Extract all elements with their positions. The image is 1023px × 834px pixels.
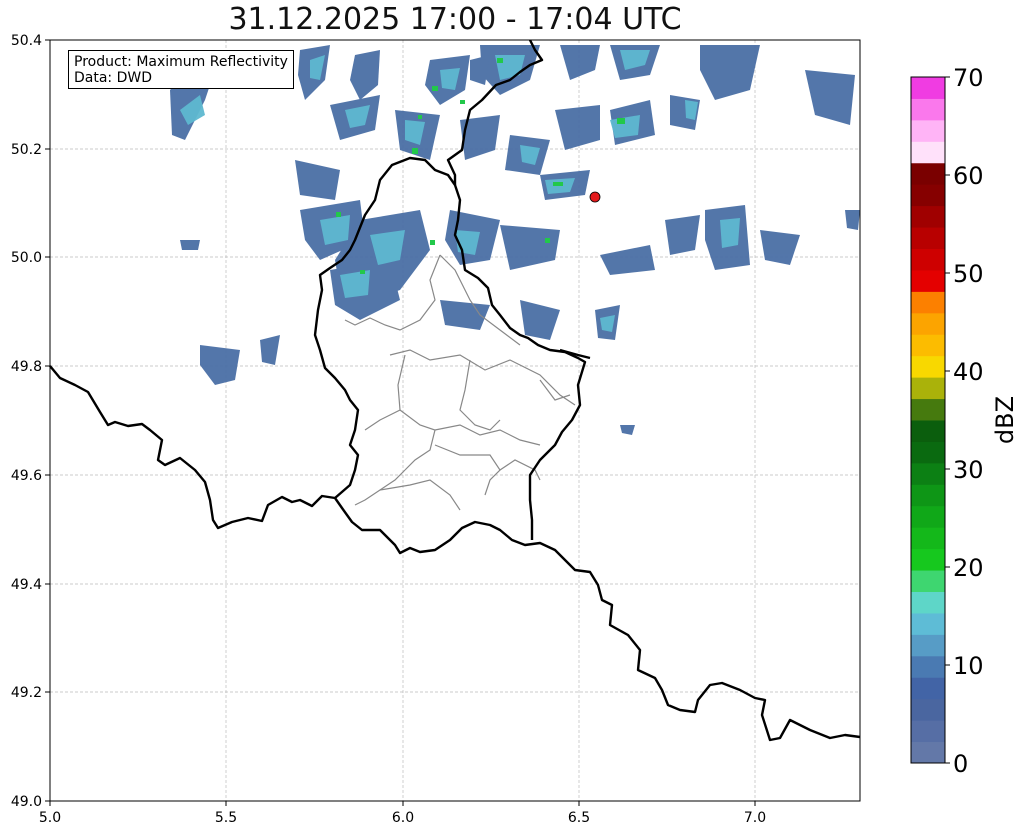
colorbar-swatch bbox=[911, 77, 945, 99]
x-tick-label: 5.5 bbox=[215, 810, 237, 826]
y-tick-label: 49.8 bbox=[11, 359, 42, 375]
colorbar: 0 10 20 30 40 50 60 70 dBZ bbox=[910, 64, 1019, 778]
colorbar-swatch bbox=[911, 248, 945, 271]
colorbar-swatch bbox=[911, 291, 945, 314]
colorbar-swatch bbox=[911, 398, 945, 421]
info-box: Product: Maximum Reflectivity Data: DWD bbox=[68, 50, 294, 89]
colorbar-tick-label: 40 bbox=[953, 358, 984, 386]
colorbar-swatch bbox=[911, 720, 945, 743]
colorbar-tick-label: 10 bbox=[953, 652, 984, 680]
x-tick-label: 6.5 bbox=[568, 810, 590, 826]
location-marker bbox=[589, 191, 601, 203]
colorbar-swatch bbox=[911, 741, 945, 764]
radar-map: 5.0 5.5 6.0 6.5 7.0 49.0 49.2 49.4 49.6 … bbox=[11, 33, 861, 826]
colorbar-swatch bbox=[911, 184, 945, 207]
colorbar-swatch bbox=[911, 698, 945, 721]
x-tick-label: 7.0 bbox=[744, 810, 766, 826]
colorbar-swatch bbox=[911, 548, 945, 571]
x-tick-label: 5.0 bbox=[39, 810, 61, 826]
colorbar-swatch bbox=[911, 98, 945, 121]
colorbar-swatch bbox=[911, 591, 945, 614]
colorbar-swatch bbox=[911, 484, 945, 507]
colorbar-tick-label: 50 bbox=[953, 260, 984, 288]
colorbar-swatch bbox=[911, 377, 945, 400]
source-label: Data: DWD bbox=[74, 70, 152, 86]
colorbar-swatch bbox=[911, 677, 945, 700]
colorbar-swatch bbox=[911, 527, 945, 550]
colorbar-swatch bbox=[911, 227, 945, 249]
colorbar-tick-label: 70 bbox=[953, 64, 984, 92]
y-tick-label: 50.4 bbox=[11, 33, 42, 49]
colorbar-swatch bbox=[911, 612, 945, 635]
y-tick-label: 50.2 bbox=[11, 142, 42, 158]
colorbar-swatch bbox=[911, 141, 945, 164]
colorbar-swatch bbox=[911, 655, 945, 678]
colorbar-tick-label: 60 bbox=[953, 162, 984, 190]
y-tick-label: 49.4 bbox=[11, 577, 42, 593]
colorbar-swatch bbox=[911, 634, 945, 657]
colorbar-swatch bbox=[911, 441, 945, 464]
colorbar-tick-label: 20 bbox=[953, 554, 984, 582]
colorbar-swatch bbox=[911, 355, 945, 378]
colorbar-swatch bbox=[911, 269, 945, 292]
y-tick-label: 49.0 bbox=[11, 794, 42, 810]
colorbar-swatch bbox=[911, 162, 945, 185]
y-tick-label: 49.6 bbox=[11, 468, 42, 484]
y-tick-label: 49.2 bbox=[11, 685, 42, 701]
map-title: 31.12.2025 17:00 - 17:04 UTC bbox=[228, 2, 682, 37]
x-tick-label: 6.0 bbox=[392, 810, 414, 826]
colorbar-tick-label: 30 bbox=[953, 456, 984, 484]
colorbar-swatch bbox=[911, 312, 945, 335]
colorbar-swatch bbox=[911, 334, 945, 357]
product-label: Product: Maximum Reflectivity bbox=[74, 54, 288, 70]
colorbar-swatch bbox=[911, 570, 945, 592]
colorbar-swatch bbox=[911, 119, 945, 142]
colorbar-label: dBZ bbox=[991, 396, 1019, 444]
y-tick-label: 50.0 bbox=[11, 250, 42, 266]
colorbar-tick-label: 0 bbox=[953, 750, 968, 778]
colorbar-swatch bbox=[911, 462, 945, 485]
colorbar-swatch bbox=[911, 505, 945, 528]
colorbar-swatch bbox=[911, 205, 945, 228]
colorbar-ticks: 0 10 20 30 40 50 60 70 bbox=[945, 64, 984, 778]
colorbar-swatches bbox=[911, 77, 945, 764]
colorbar-swatch bbox=[911, 420, 945, 442]
